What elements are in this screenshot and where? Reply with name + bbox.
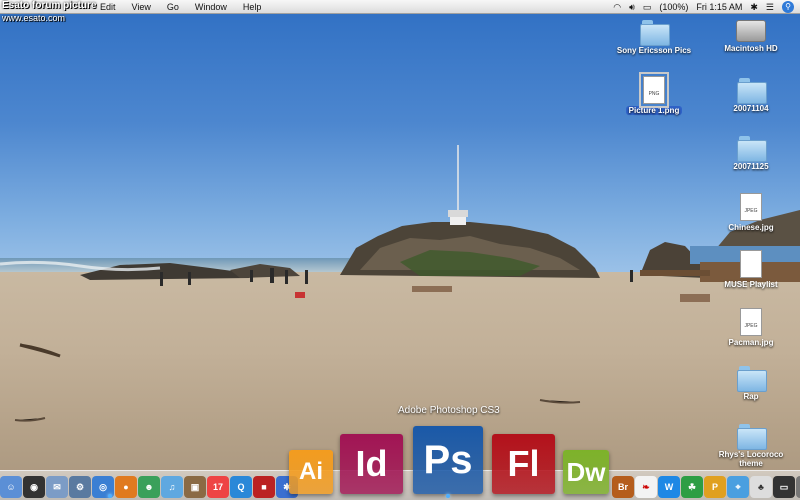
- indesign-label: Id: [355, 443, 388, 484]
- green-app-icon[interactable]: ☘: [681, 476, 703, 498]
- desktop-icon-sony-ericsson-pics[interactable]: Sony Ericsson Pics: [606, 20, 702, 55]
- menu-extras: ◠ 🔊︎ ▭ (100%) Fri 1:15 AM ✱ ☰ ⚲: [613, 0, 800, 14]
- user-icon[interactable]: ☰: [766, 2, 774, 13]
- desktop-icon-label: Sony Ericsson Pics: [616, 46, 692, 55]
- apple-app-icon[interactable]: ♣: [750, 476, 772, 498]
- watermark: Esato forum picture www.esato.com: [2, 0, 96, 24]
- wallpaper-scenery: [0, 145, 800, 422]
- trash-icon[interactable]: ♺: [796, 476, 800, 498]
- desktop-icon-20071104[interactable]: 20071104: [703, 78, 799, 113]
- menu-view[interactable]: View: [124, 0, 159, 14]
- battery-percent[interactable]: (100%): [659, 2, 688, 12]
- dreamweaver-icon[interactable]: Dw: [563, 450, 609, 494]
- msn-icon[interactable]: ☻: [138, 476, 160, 498]
- desktop-icon-label: 20071104: [733, 104, 769, 113]
- dock-right-icons: Br ❧ W ☘ P ⌖ ♣ ▭ ♺: [612, 476, 800, 498]
- desktop-icon-label: Rap: [743, 392, 759, 401]
- photoshop-icon[interactable]: Ps: [413, 426, 483, 494]
- illustrator-label: Ai: [299, 458, 323, 485]
- jpeg-file-icon: JPEG: [740, 193, 762, 221]
- text-file-icon: [740, 250, 762, 278]
- dashboard-icon[interactable]: ◉: [23, 476, 45, 498]
- illustrator-icon[interactable]: Ai: [289, 450, 333, 494]
- wifi-icon[interactable]: ◠: [613, 2, 621, 13]
- dreamweaver-label: Dw: [566, 456, 606, 487]
- menu-clock[interactable]: Fri 1:15 AM: [696, 2, 742, 12]
- flash-icon[interactable]: Fl: [492, 434, 555, 494]
- folder-icon: [737, 78, 767, 104]
- desktop-icon-20071125[interactable]: 20071125: [703, 136, 799, 171]
- desktop-icon-label: MUSE Playlist: [724, 280, 778, 289]
- indesign-icon[interactable]: Id: [340, 434, 403, 494]
- menu-bar: Edit View Go Window Help ◠ 🔊︎ ▭ (100%) F…: [0, 0, 800, 14]
- desktop-icon-rhys-locoroco-theme[interactable]: Rhys's Locoroco theme: [703, 424, 799, 468]
- menu-help[interactable]: Help: [235, 0, 270, 14]
- desktop-icon-pacman-jpg[interactable]: JPEG Pacman.jpg: [703, 308, 799, 347]
- battery-icon[interactable]: ▭: [643, 2, 652, 13]
- watermark-title: Esato forum picture: [2, 0, 97, 11]
- menu-go[interactable]: Go: [159, 0, 187, 14]
- desktop-icon-rap[interactable]: Rap: [703, 366, 799, 401]
- finder-icon[interactable]: ☺: [0, 476, 22, 498]
- ical-icon[interactable]: 17: [207, 476, 229, 498]
- firefox-icon[interactable]: ●: [115, 476, 137, 498]
- desktop-icon-label: Pacman.jpg: [728, 338, 774, 347]
- quicktime-icon[interactable]: Q: [230, 476, 252, 498]
- watermark-url: www.esato.com: [2, 13, 66, 23]
- running-indicator: [446, 494, 450, 498]
- png-file-icon: PNG: [639, 72, 669, 108]
- pacifist-icon[interactable]: P: [704, 476, 726, 498]
- spotlight-icon[interactable]: ⚲: [782, 1, 794, 13]
- desktop-icon-label: Chinese.jpg: [728, 223, 774, 232]
- desktop-wallpaper: [0, 0, 800, 500]
- menu-window[interactable]: Window: [187, 0, 235, 14]
- desktop-icon-muse-playlist[interactable]: MUSE Playlist: [703, 250, 799, 289]
- photo-app-icon[interactable]: ■: [253, 476, 275, 498]
- desktop-icon-macintosh-hd[interactable]: Macintosh HD: [703, 20, 799, 53]
- dock-left-icons: ☺ ◉ ✉ ⚙ ◎ ● ☻ ♫ ▣ 17 Q ■ ✱: [0, 476, 299, 498]
- itunes-icon[interactable]: ♫: [161, 476, 183, 498]
- web-icon[interactable]: W: [658, 476, 680, 498]
- network-icon[interactable]: ⌖: [727, 476, 749, 498]
- dock-tooltip: Adobe Photoshop CS3: [398, 405, 500, 416]
- hard-drive-icon: [736, 20, 766, 42]
- iphoto-icon[interactable]: ▣: [184, 476, 206, 498]
- desktop-icon-chinese-jpg[interactable]: JPEG Chinese.jpg: [703, 193, 799, 232]
- running-indicator: [108, 494, 112, 498]
- jpeg-file-icon: JPEG: [740, 308, 762, 336]
- acrobat-icon[interactable]: ❧: [635, 476, 657, 498]
- screen-icon[interactable]: ▭: [773, 476, 795, 498]
- photoshop-label: Ps: [423, 437, 473, 482]
- system-preferences-icon[interactable]: ⚙: [69, 476, 91, 498]
- desktop-icon-label: Rhys's Locoroco theme: [718, 450, 784, 468]
- folder-icon: [737, 136, 767, 162]
- flash-label: Fl: [507, 443, 540, 484]
- desktop-icon-label: 20071125: [733, 162, 769, 171]
- desktop-icon-picture-1[interactable]: PNG Picture 1.png: [606, 72, 702, 115]
- folder-icon: [640, 20, 670, 46]
- folder-icon: [737, 366, 767, 392]
- volume-icon[interactable]: 🔊︎: [629, 2, 635, 13]
- folder-icon: [737, 424, 767, 450]
- mail-icon[interactable]: ✉: [46, 476, 68, 498]
- desktop-icon-label: Macintosh HD: [724, 44, 778, 53]
- bridge-icon[interactable]: Br: [612, 476, 634, 498]
- desktop-icon-label: Picture 1.png: [625, 106, 683, 115]
- bluetooth-icon[interactable]: ✱: [750, 2, 758, 13]
